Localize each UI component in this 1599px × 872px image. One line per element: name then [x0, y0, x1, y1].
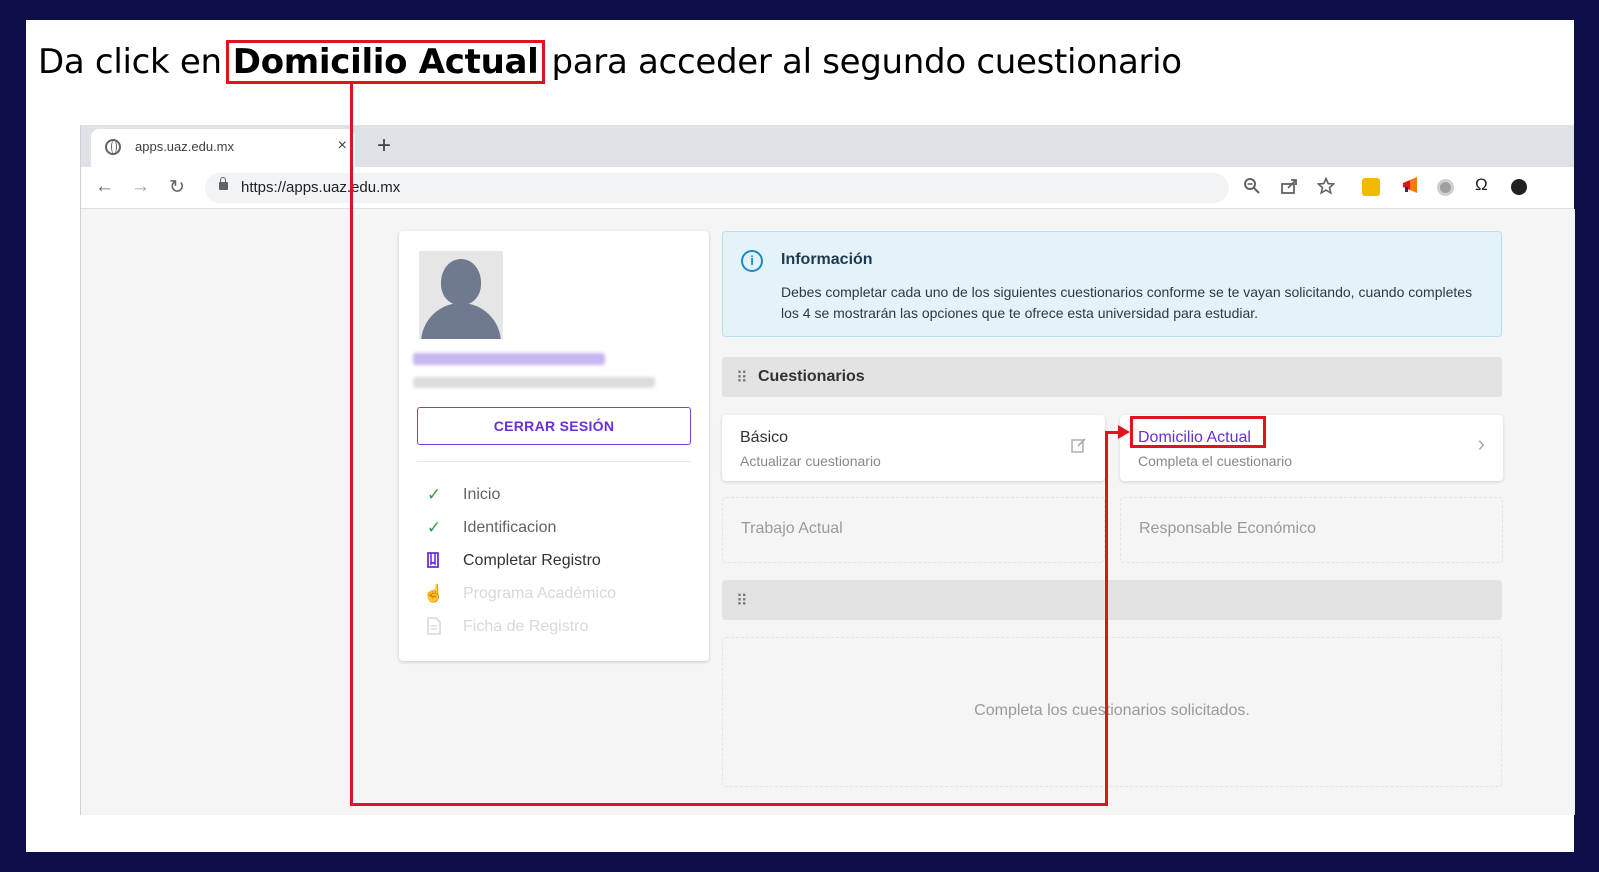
check-icon: ✓ — [426, 518, 442, 537]
questionnaire-subtitle: Completa el cuestionario — [1138, 453, 1293, 469]
back-button[interactable]: ← — [95, 176, 114, 198]
arrow-segment — [350, 82, 353, 806]
questionnaire-trabajo-actual: Trabajo Actual — [722, 497, 1105, 563]
reload-button[interactable]: ↻ — [169, 176, 185, 199]
globe-icon — [105, 139, 121, 155]
questionnaire-subtitle: Actualizar cuestionario — [740, 453, 881, 469]
extension-omega-icon[interactable]: Ω — [1475, 175, 1488, 195]
edit-icon[interactable] — [1071, 437, 1087, 458]
extension-camera-icon[interactable] — [1511, 179, 1527, 195]
step-label: Programa Académico — [463, 585, 616, 602]
url-input[interactable]: https://apps.uaz.edu.mx — [205, 173, 1229, 203]
url-text: https://apps.uaz.edu.mx — [241, 179, 401, 196]
domicilio-highlight-box — [1130, 416, 1266, 448]
document-icon — [423, 617, 445, 640]
lock-icon — [219, 177, 228, 190]
address-bar: ← → ↻ https://apps.uaz.edu.mx Ω — [81, 167, 1574, 209]
questionnaire-basico[interactable]: Básico Actualizar cuestionario — [722, 415, 1105, 481]
step-label: Ficha de Registro — [463, 618, 589, 635]
browser-window: apps.uaz.edu.mx × + ← → ↻ https://apps.u… — [80, 125, 1575, 815]
hand-pointer-icon: ☝ — [423, 584, 445, 603]
arrow-head — [1118, 425, 1130, 439]
info-alert: i Información Debes completar cada uno d… — [722, 231, 1502, 337]
questionnaire-responsable-economico: Responsable Económico — [1120, 497, 1503, 563]
tab-strip: apps.uaz.edu.mx × + — [81, 125, 1574, 167]
instruction-highlight: Domicilio Actual — [225, 40, 546, 84]
share-icon[interactable] — [1280, 177, 1298, 200]
instruction-prefix: Da click en — [38, 42, 222, 82]
drag-handle-icon[interactable]: ⠿ — [736, 591, 748, 611]
browser-tab[interactable]: apps.uaz.edu.mx × — [91, 129, 355, 167]
zoom-icon[interactable] — [1243, 177, 1261, 200]
close-tab-icon[interactable]: × — [338, 137, 347, 155]
tab-title: apps.uaz.edu.mx — [135, 139, 235, 154]
web-page: CERRAR SESIÓN ✓ Inicio ✓ Identificacion … — [81, 209, 1575, 815]
info-title: Información — [781, 251, 873, 268]
empty-state: Completa los cuestionarios solicitados. — [722, 637, 1502, 787]
avatar — [419, 251, 503, 339]
chevron-right-icon[interactable]: › — [1478, 431, 1485, 457]
questionnaire-title: Trabajo Actual — [741, 520, 843, 537]
questionnaire-title: Básico — [740, 429, 789, 446]
slide-instruction: Da click en Domicilio Actual para acceder … — [38, 40, 1182, 84]
blurred-details — [413, 377, 655, 388]
book-icon — [423, 551, 445, 574]
step-label: Completar Registro — [463, 552, 601, 569]
new-tab-button[interactable]: + — [377, 132, 391, 160]
slide: Da click en Domicilio Actual para acceder … — [26, 20, 1575, 852]
divider — [417, 461, 691, 462]
step-label: Inicio — [463, 486, 501, 503]
drag-handle-icon[interactable]: ⠿ — [736, 368, 748, 388]
blurred-name — [413, 353, 605, 365]
step-label: Identificacion — [463, 519, 557, 536]
forward-button[interactable]: → — [131, 176, 150, 198]
extension-gear-icon[interactable] — [1437, 179, 1454, 196]
instruction-suffix: para acceder al segundo cuestionario — [551, 42, 1182, 82]
arrow-segment — [350, 803, 1108, 806]
questionnaire-title: Responsable Económico — [1139, 520, 1316, 537]
extension-megaphone-icon[interactable] — [1401, 176, 1419, 199]
arrow-segment — [1105, 432, 1108, 806]
logout-button[interactable]: CERRAR SESIÓN — [417, 407, 691, 445]
second-section-header: ⠿ — [722, 580, 1502, 620]
questionnaires-header: ⠿ Cuestionarios — [722, 357, 1502, 397]
info-body: Debes completar cada uno de los siguient… — [781, 284, 1473, 321]
questionnaires-title: Cuestionarios — [758, 368, 865, 385]
extension-notes-icon[interactable] — [1362, 178, 1380, 196]
profile-card: CERRAR SESIÓN ✓ Inicio ✓ Identificacion … — [399, 231, 709, 661]
empty-message: Completa los cuestionarios solicitados. — [974, 702, 1250, 719]
check-icon: ✓ — [426, 485, 442, 504]
info-icon: i — [741, 250, 763, 272]
bookmark-star-icon[interactable] — [1316, 176, 1336, 200]
